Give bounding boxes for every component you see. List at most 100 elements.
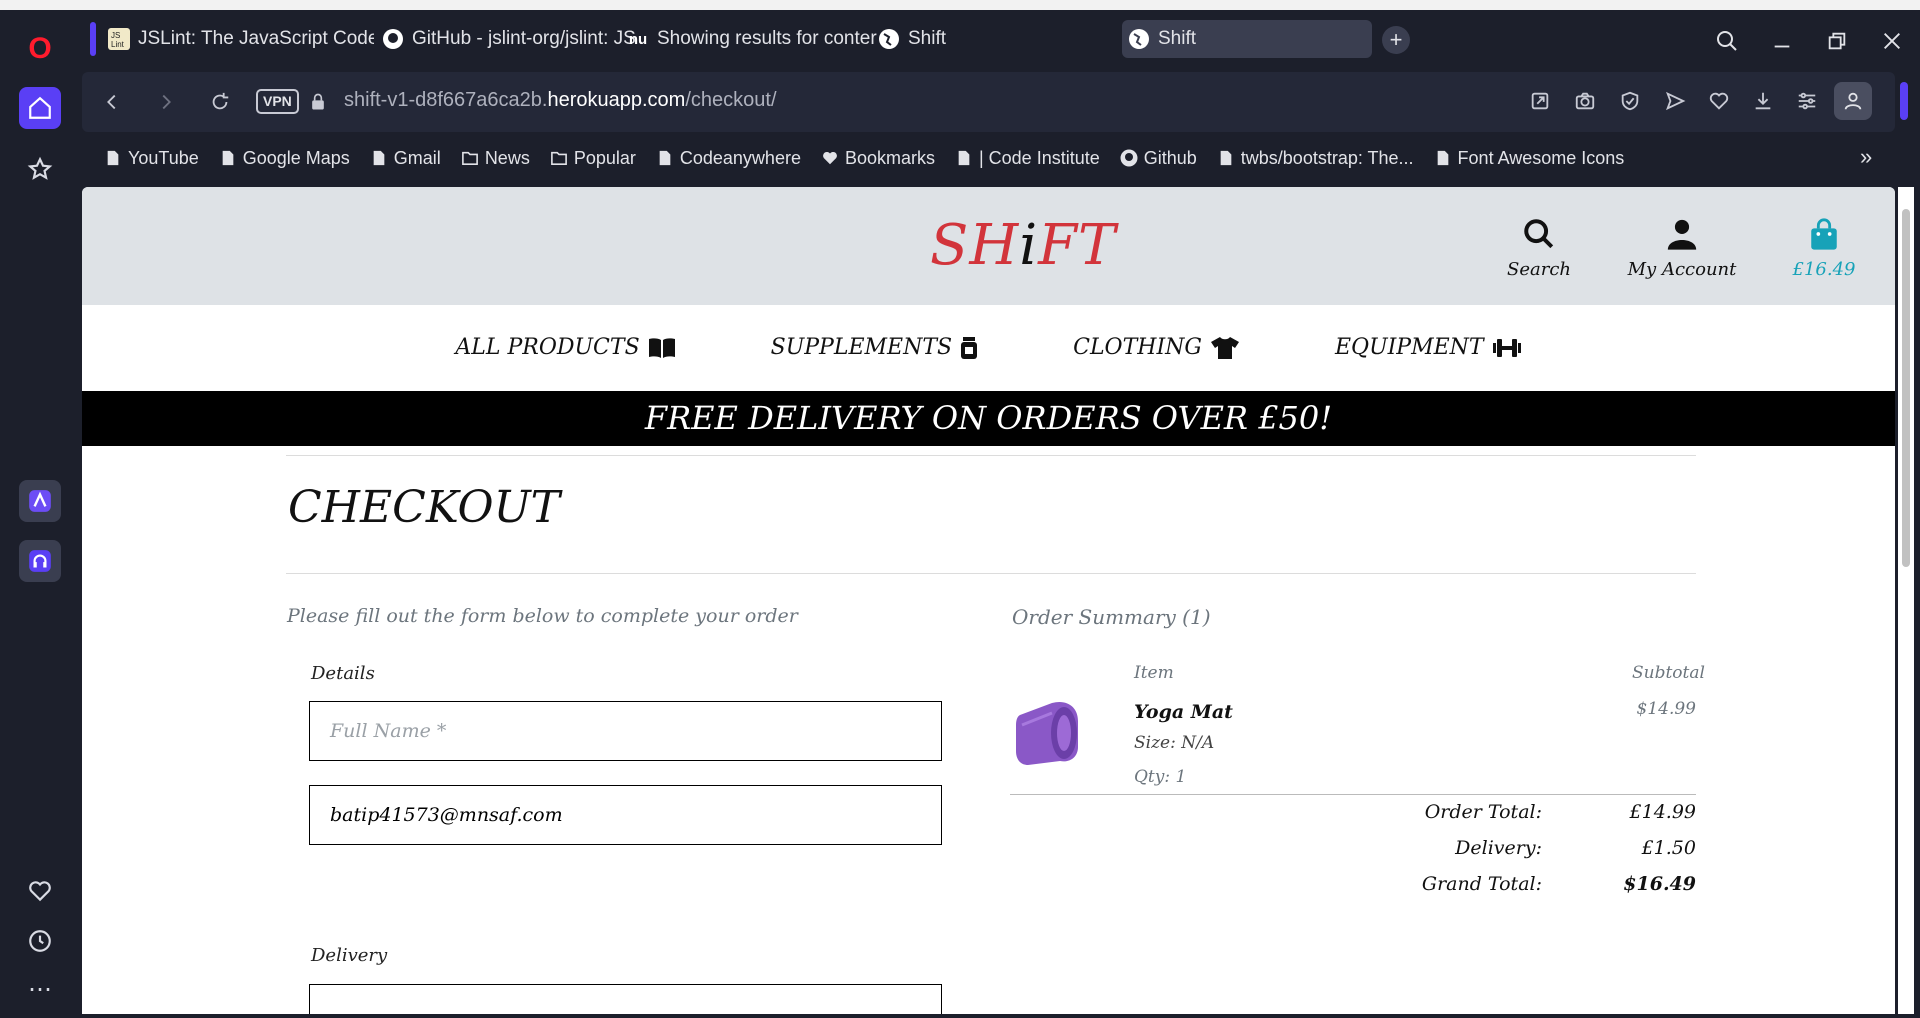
- page-title: CHECKOUT: [288, 482, 561, 533]
- url-prefix: shift-v1-d8f667a6ca2b.: [344, 89, 548, 111]
- download-icon[interactable]: [1748, 86, 1778, 116]
- item-column-header: Item: [1134, 663, 1174, 683]
- dumbbell-icon: [1492, 338, 1521, 357]
- delivery-label: Delivery:: [1455, 837, 1542, 859]
- tab-search-icon[interactable]: [1712, 26, 1742, 56]
- forward-icon[interactable]: [152, 88, 180, 116]
- svg-text:Lint: Lint: [111, 40, 125, 49]
- bookmark-item[interactable]: YouTube: [104, 148, 199, 169]
- bookmark-item[interactable]: Github: [1120, 148, 1197, 169]
- logo-part-sh: SH: [930, 213, 1020, 278]
- search-icon: [1524, 219, 1554, 249]
- history-clock-icon[interactable]: [19, 920, 61, 962]
- user-icon: [1667, 219, 1697, 250]
- opera-logo-icon[interactable]: O: [19, 28, 61, 70]
- item-name: Yoga Mat: [1134, 701, 1233, 723]
- form-intro-text: Please fill out the form below to comple…: [287, 605, 798, 627]
- bookmark-item[interactable]: Bookmarks: [821, 148, 935, 169]
- new-tab-plus-icon[interactable]: +: [1382, 26, 1410, 54]
- logo-part-ft: FT: [1038, 213, 1117, 278]
- web-page: SHiFT Search My Account £16.49 ALL PRODU…: [82, 187, 1895, 1014]
- folder-icon: [461, 149, 479, 167]
- subtotal-column-header: Subtotal: [1632, 663, 1705, 683]
- delivery-legend: Delivery: [311, 945, 388, 966]
- globe-icon: [878, 28, 900, 50]
- delivery-value: £1.50: [1641, 837, 1696, 859]
- tab-island-marker: [90, 22, 96, 56]
- email-field[interactable]: batip41573@mnsaf.com: [309, 785, 942, 845]
- tab-title: Shift: [1158, 28, 1197, 49]
- adblock-shield-icon[interactable]: [1615, 86, 1645, 116]
- minimize-icon[interactable]: [1767, 26, 1797, 56]
- page-icon: [370, 149, 388, 167]
- book-icon: [648, 337, 675, 358]
- nav-all-products[interactable]: ALL PRODUCTS: [455, 335, 675, 360]
- heart-icon: [821, 149, 839, 167]
- bookmark-label: Codeanywhere: [679, 147, 801, 168]
- reload-icon[interactable]: [206, 88, 234, 116]
- profile-icon[interactable]: [1834, 82, 1872, 120]
- my-account-link[interactable]: My Account: [1622, 217, 1742, 280]
- url-field[interactable]: shift-v1-d8f667a6ca2b.herokuapp.com/chec…: [344, 89, 777, 112]
- bookmark-heart-icon[interactable]: [1704, 86, 1734, 116]
- cart-link[interactable]: £16.49: [1782, 217, 1866, 280]
- shift-logo[interactable]: SHiFT: [930, 213, 1116, 278]
- tab-shift[interactable]: Shift: [878, 20, 1078, 58]
- nav-label: ALL PRODUCTS: [455, 335, 640, 360]
- grand-total-label: Grand Total:: [1421, 873, 1542, 895]
- browser-sidebar: O ⋯: [0, 10, 80, 1018]
- send-icon[interactable]: [1660, 86, 1690, 116]
- bookmark-item[interactable]: Gmail: [370, 148, 441, 169]
- bookmark-item[interactable]: | Code Institute: [955, 148, 1100, 169]
- nav-clothing[interactable]: CLOTHING: [1073, 335, 1240, 360]
- vpn-badge[interactable]: VPN: [256, 89, 299, 114]
- favorites-heart-icon[interactable]: [19, 870, 61, 912]
- bookmark-item[interactable]: News: [461, 148, 530, 169]
- phone-number-field[interactable]: 01234567890: [309, 984, 942, 1014]
- details-legend: Details: [311, 663, 375, 684]
- lock-icon[interactable]: [304, 88, 332, 116]
- svg-text:JS: JS: [111, 31, 120, 40]
- jslint-icon: JS Lint: [108, 28, 130, 50]
- url-host: herokuapp.com: [547, 89, 686, 111]
- tab-title: Shift: [908, 28, 947, 49]
- nav-supplements[interactable]: SUPPLEMENTS: [771, 335, 978, 360]
- scrollbar-thumb[interactable]: [1902, 209, 1910, 567]
- page-scrollbar[interactable]: [1898, 187, 1914, 1014]
- bookmark-item[interactable]: Google Maps: [219, 148, 350, 169]
- tab-bar: JS Lint JSLint: The JavaScript Code GitHu…: [82, 10, 1920, 70]
- bookmark-item[interactable]: twbs/bootstrap: The...: [1217, 148, 1414, 169]
- aria-app-icon[interactable]: [19, 480, 61, 522]
- pinboards-star-icon[interactable]: [19, 148, 61, 190]
- music-player-icon[interactable]: [19, 540, 61, 582]
- bookmark-item[interactable]: Codeanywhere: [656, 148, 801, 169]
- logo-part-i: i: [1019, 213, 1039, 278]
- easy-setup-icon[interactable]: [1792, 86, 1822, 116]
- address-bar: VPN shift-v1-d8f667a6ca2b.herokuapp.com/…: [82, 72, 1895, 132]
- tab-jslint[interactable]: JS Lint JSLint: The JavaScript Code: [108, 20, 374, 58]
- nav-equipment[interactable]: EQUIPMENT: [1335, 335, 1522, 360]
- shopping-bag-icon: [1811, 218, 1837, 250]
- share-icon[interactable]: [1525, 86, 1555, 116]
- bookmark-item[interactable]: Font Awesome Icons: [1434, 148, 1624, 169]
- back-icon[interactable]: [98, 88, 126, 116]
- globe-icon: [1128, 28, 1150, 50]
- tab-shift-active[interactable]: Shift: [1122, 20, 1372, 58]
- snapshot-camera-icon[interactable]: [1570, 86, 1600, 116]
- site-header: SHiFT Search My Account £16.49: [82, 187, 1895, 305]
- bookmark-label: YouTube: [128, 147, 199, 168]
- window-top-strip: [0, 0, 1920, 10]
- restore-icon[interactable]: [1822, 26, 1852, 56]
- yoga-mat-image: [1016, 701, 1078, 765]
- more-bookmarks-icon[interactable]: »: [1860, 144, 1872, 170]
- item-qty: Qty: 1: [1134, 767, 1187, 787]
- github-icon: [382, 28, 404, 50]
- close-window-icon[interactable]: [1877, 26, 1907, 56]
- more-dots-icon[interactable]: ⋯: [19, 968, 61, 1010]
- bookmarks-bar: YouTube Google Maps Gmail News Popular Codean…: [82, 137, 1920, 179]
- search-link[interactable]: Search: [1504, 217, 1574, 280]
- bookmark-item[interactable]: Popular: [550, 148, 636, 169]
- full-name-field[interactable]: Full Name *: [309, 701, 942, 761]
- home-icon[interactable]: [19, 87, 61, 129]
- shirt-icon: [1210, 336, 1239, 359]
